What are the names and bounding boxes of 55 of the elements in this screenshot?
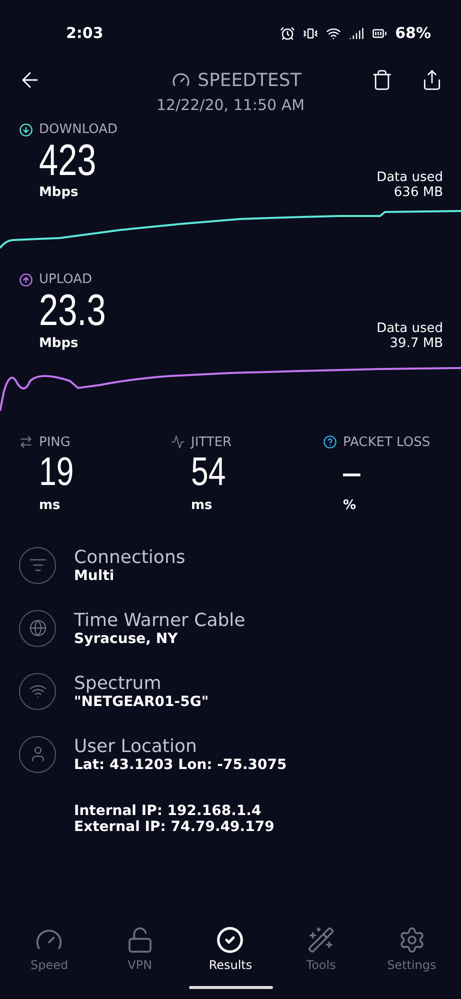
padlock-icon (126, 926, 154, 954)
metric-value: 54 (191, 450, 226, 494)
detail-title: Time Warner Cable (74, 610, 246, 631)
detail-title: Connections (74, 546, 186, 568)
nav-tab[interactable]: Speed (9, 926, 90, 972)
gauge-icon (172, 71, 190, 89)
speed-unit: Mbps (39, 185, 78, 200)
detail-title: Spectrum (74, 672, 162, 694)
metric-value: 19 (39, 450, 74, 494)
status-time: 2:03 (66, 24, 104, 42)
speed-value: 23.3 (39, 287, 106, 336)
signal-icon (349, 26, 364, 40)
globe-icon (19, 610, 56, 647)
wave-icon (171, 435, 185, 450)
metric-label: PING (39, 434, 70, 450)
metric-unit: % (343, 498, 356, 513)
checkmark-circle-icon (216, 926, 244, 954)
help-icon (323, 435, 337, 450)
battery-percent: 68% (395, 24, 431, 42)
detail-value: Lat: 43.1203 Lon: -75.3075 (74, 756, 287, 773)
share-icon[interactable] (421, 69, 443, 91)
wifi-icon (19, 672, 56, 710)
data-used-label: Data used (376, 170, 443, 186)
arrows-icon (19, 435, 33, 450)
alarm-icon (280, 26, 296, 40)
ip-address: External IP: 74.79.49.179 (74, 818, 276, 835)
test-date: 12/22/20, 11:50 AM (156, 96, 305, 114)
person-icon (19, 736, 56, 773)
metric-unit: ms (191, 498, 212, 513)
speed-value: 423 (39, 137, 96, 186)
detail-value: "NETGEAR01-5G" (74, 694, 209, 710)
nav-tab[interactable]: Tools (281, 926, 362, 972)
nav-tab[interactable]: VPN (100, 926, 180, 972)
speed-label: UPLOAD (39, 272, 92, 288)
detail-value: Multi (74, 568, 114, 584)
speed-unit: Mbps (39, 336, 78, 351)
trash-icon[interactable] (371, 69, 393, 91)
detail-title: User Location (74, 736, 197, 757)
metric-value: – (343, 450, 360, 494)
metric-label: PACKET LOSS (343, 434, 430, 450)
metric-label: JITTER (191, 434, 232, 450)
data-used-value: 636 MB (394, 185, 443, 200)
wifi-icon (326, 26, 342, 40)
app-title: SPEEDTEST (198, 70, 302, 90)
detail-value: Syracuse, NY (74, 630, 178, 647)
settings-icon (398, 926, 426, 954)
speed-label: DOWNLOAD (39, 122, 118, 137)
vibrate-icon (303, 26, 318, 40)
ip-address: Internal IP: 192.168.1.4 (74, 802, 262, 819)
data-used-label: Data used (376, 320, 443, 336)
magic-wand-icon (307, 926, 336, 954)
data-used-value: 39.7 MB (390, 336, 443, 351)
nav-tab[interactable]: Results (190, 926, 270, 972)
nav-tab[interactable]: Settings (372, 926, 452, 972)
metric-unit: ms (39, 498, 60, 513)
